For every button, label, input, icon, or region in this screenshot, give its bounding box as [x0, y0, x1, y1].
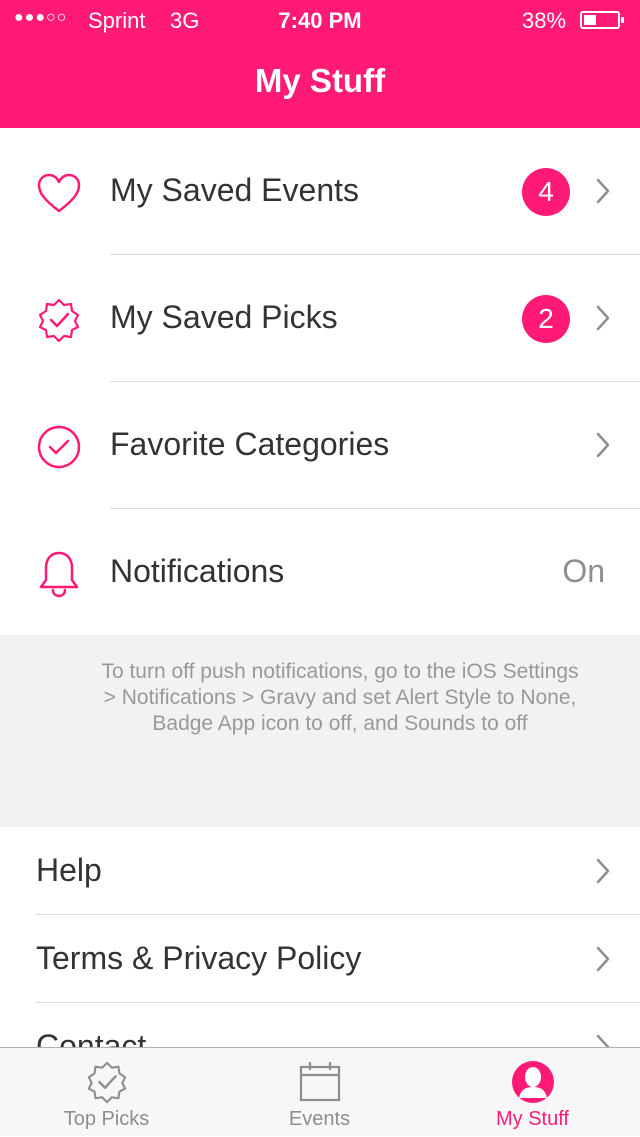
- chevron-right-icon: [596, 305, 610, 331]
- badge-check-icon: [36, 297, 82, 343]
- chevron-right-icon: [596, 858, 610, 884]
- notifications-info: To turn off push notifications, go to th…: [0, 635, 640, 827]
- chevron-right-icon: [596, 432, 610, 458]
- tab-label: My Stuff: [496, 1108, 569, 1130]
- tab-label: Top Picks: [63, 1108, 150, 1130]
- tab-events[interactable]: Events: [213, 1048, 426, 1137]
- chevron-right-icon: [596, 946, 610, 972]
- menu-item-label: Favorite Categories: [110, 426, 390, 462]
- tab-my-stuff[interactable]: My Stuff: [426, 1048, 639, 1137]
- my-stuff-menu: My Saved Events 4 My Saved Picks 2 Favor…: [0, 128, 640, 636]
- menu-item-label: Notifications: [110, 553, 285, 589]
- menu-item-notifications[interactable]: Notifications On: [0, 509, 640, 636]
- circle-check-icon: [36, 424, 82, 470]
- chevron-right-icon: [596, 1034, 610, 1047]
- menu-item-terms[interactable]: Terms & Privacy Policy: [0, 915, 640, 1003]
- status-bar: ●●●○○ Sprint 3G 7:40 PM 38%: [0, 0, 640, 40]
- tab-bar: Top Picks Events My Stuff: [0, 1047, 640, 1136]
- menu-item-saved-events[interactable]: My Saved Events 4: [0, 128, 640, 255]
- notifications-status: On: [562, 553, 605, 589]
- support-menu: Help Terms & Privacy Policy Contact: [0, 827, 640, 1047]
- person-icon: [511, 1061, 554, 1103]
- battery-icon: [580, 11, 624, 29]
- menu-item-saved-picks[interactable]: My Saved Picks 2: [0, 255, 640, 382]
- menu-item-label: Contact: [36, 1028, 147, 1047]
- badge-check-icon: [87, 1061, 126, 1104]
- info-text: To turn off push notifications, go to th…: [101, 660, 579, 735]
- calendar-icon: [299, 1062, 340, 1102]
- menu-item-label: Terms & Privacy Policy: [36, 940, 362, 976]
- tab-label: Events: [288, 1108, 351, 1130]
- menu-item-help[interactable]: Help: [0, 827, 640, 915]
- bell-icon: [36, 551, 82, 598]
- tab-top-picks[interactable]: Top Picks: [0, 1048, 213, 1137]
- heart-icon: [36, 170, 82, 216]
- header: ●●●○○ Sprint 3G 7:40 PM 38% My Stuff: [0, 0, 640, 128]
- page-title: My Stuff: [254, 62, 386, 99]
- count-badge: 4: [522, 168, 570, 216]
- battery-percent: 38%: [522, 8, 567, 33]
- menu-item-label: My Saved Events: [110, 172, 359, 208]
- chevron-right-icon: [596, 178, 610, 204]
- menu-item-label: Help: [36, 852, 102, 888]
- count-badge: 2: [522, 295, 570, 343]
- menu-item-label: My Saved Picks: [110, 299, 338, 335]
- menu-item-favorite-categories[interactable]: Favorite Categories: [0, 382, 640, 509]
- menu-item-contact[interactable]: Contact: [0, 1003, 640, 1047]
